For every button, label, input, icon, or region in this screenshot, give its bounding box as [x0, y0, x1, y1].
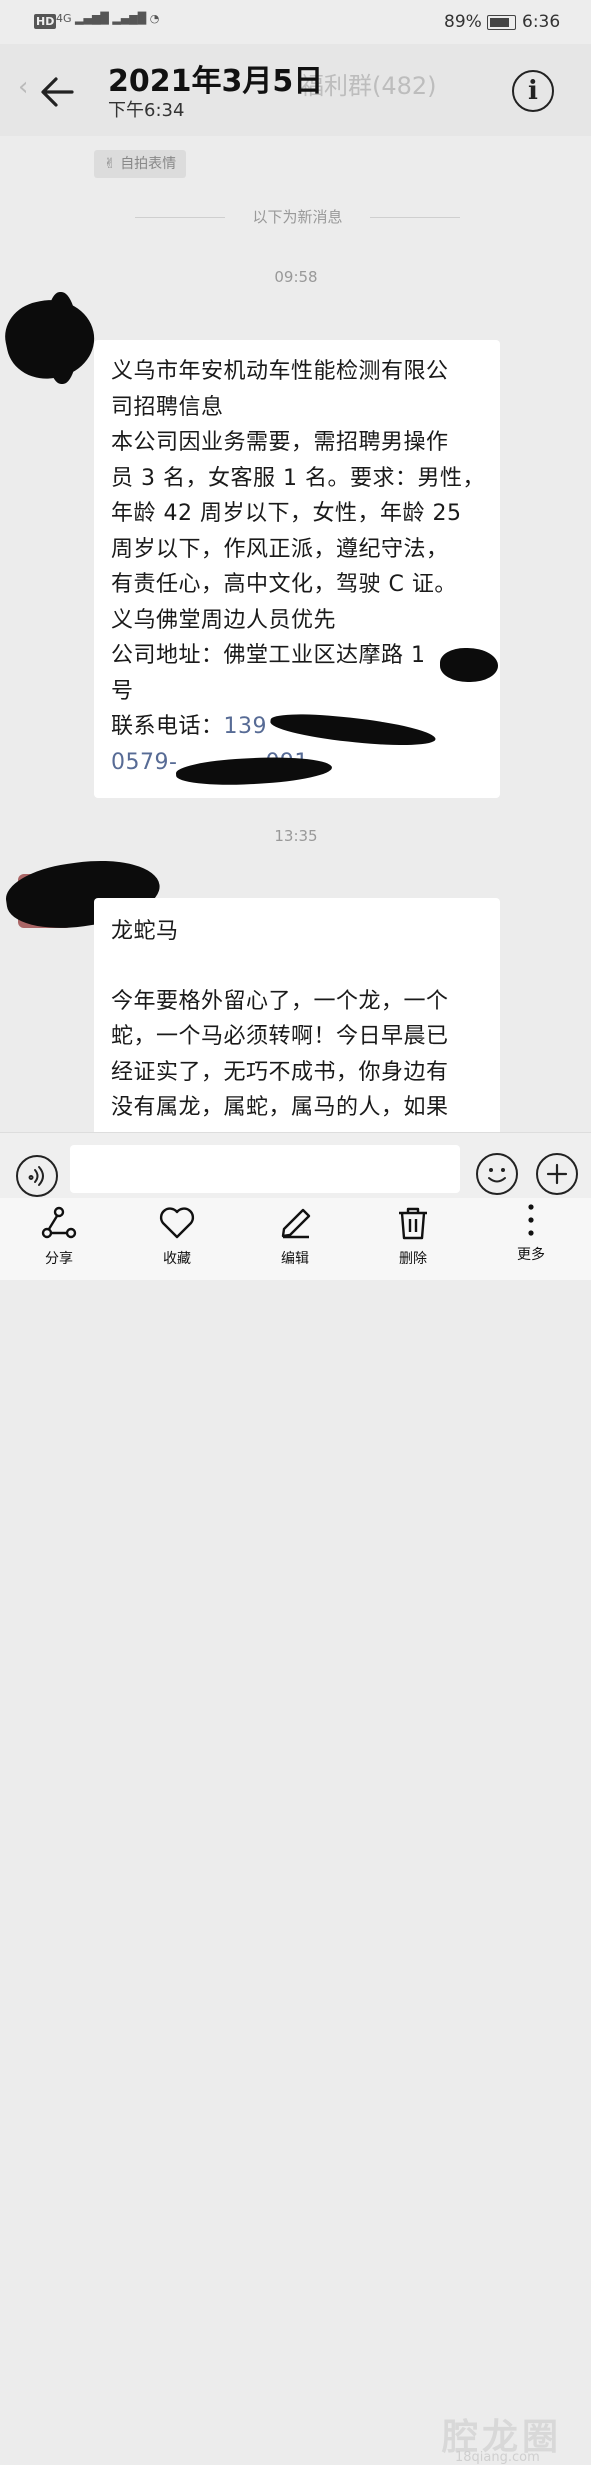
message-line: 号: [111, 678, 134, 704]
voice-icon[interactable]: [16, 1155, 58, 1197]
message-line: 年龄 42 周岁以下，女性，年龄 25: [111, 501, 462, 526]
message-line: 本公司因业务需要，需招聘男操作: [111, 430, 449, 455]
plus-icon[interactable]: [536, 1153, 578, 1195]
signal-icon: 4G ▂▄▆█ ▂▄▆█ ◔: [56, 12, 160, 25]
timestamp: 09:58: [274, 268, 318, 286]
more-icon: [528, 1204, 534, 1236]
favorite-button[interactable]: 收藏: [142, 1206, 212, 1268]
page-title: 2021年3月5日: [108, 64, 324, 99]
pencil-icon: [281, 1208, 311, 1239]
redaction-scribble: [46, 292, 78, 384]
message-line: 公司地址：佛堂工业区达摩路 1: [111, 643, 426, 668]
phone-link[interactable]: 139: [224, 714, 268, 739]
battery-icon: [487, 15, 516, 30]
heart-icon: [159, 1207, 195, 1239]
edit-button[interactable]: 编辑: [260, 1206, 330, 1268]
timestamp: 13:35: [274, 827, 318, 845]
favorite-label: 收藏: [163, 1251, 191, 1267]
more-button[interactable]: 更多: [496, 1202, 566, 1264]
back-arrow-icon[interactable]: [36, 70, 80, 114]
share-label: 分享: [45, 1251, 73, 1267]
new-messages-label: 以下为新消息: [252, 208, 343, 226]
victory-hand-icon: ✌: [104, 156, 121, 172]
message-bubble[interactable]: 龙蛇马 今年要格外留心了，一个龙，一个 蛇，一个马必须转啊！今日早晨已 经证实了…: [94, 898, 500, 1148]
watermark-url: 18qiang.com: [455, 2450, 540, 2465]
share-icon: [41, 1206, 77, 1239]
message-line: 蛇，一个马必须转啊！今日早晨已: [111, 1024, 449, 1049]
page-subtitle: 下午6:34: [108, 100, 185, 121]
trash-icon: [399, 1207, 427, 1240]
message-line: 没有属龙，属蛇，属马的人，如果: [111, 1095, 449, 1120]
message-line: 义乌佛堂周边人员优先: [111, 607, 337, 633]
message-line: 经证实了，无巧不成书，你身边有: [111, 1059, 449, 1085]
message-line: 今年要格外留心了，一个龙，一个: [111, 988, 449, 1014]
new-messages-divider: 以下为新消息: [135, 206, 460, 230]
message-line: 员 3 名，女客服 1 名。要求：男性，: [111, 465, 485, 491]
phone-link[interactable]: 0579-: [111, 750, 177, 775]
message-line: 有责任心，高中文化，驾驶 C 证。: [111, 572, 457, 597]
input-bar: [0, 1132, 591, 1199]
clock: 6:36: [522, 12, 561, 32]
bottom-toolbar: 分享 收藏 编辑 删除 腔龙圈 18qiang.com 更多: [0, 1198, 591, 2465]
battery-percent: 89%: [444, 12, 482, 32]
ghost-back-icon: ‹: [18, 72, 29, 102]
message-title: 龙蛇马: [111, 919, 179, 944]
chat-header: ‹ 福利群(482) 2021年3月5日 下午6:34 i: [0, 44, 591, 136]
delete-label: 删除: [399, 1251, 427, 1267]
emoji-icon[interactable]: [476, 1153, 518, 1195]
more-label: 更多: [517, 1247, 545, 1263]
redaction-scribble: [440, 648, 498, 682]
hd-badge: HD: [34, 14, 57, 29]
info-icon[interactable]: i: [512, 70, 554, 112]
edit-label: 编辑: [281, 1251, 309, 1267]
status-bar: HD 4G ▂▄▆█ ▂▄▆█ ◔ 89% 6:36: [0, 0, 591, 44]
share-button[interactable]: 分享: [24, 1206, 94, 1268]
message-line: 义乌市年安机动车性能检测有限公: [111, 359, 449, 384]
delete-button[interactable]: 删除: [378, 1206, 448, 1268]
message-line: 周岁以下，作风正派，遵纪守法，: [111, 536, 449, 562]
selfie-sticker-chip[interactable]: ✌ 自拍表情: [94, 150, 187, 178]
message-line: 司招聘信息: [111, 394, 224, 420]
message-input[interactable]: [70, 1145, 460, 1193]
